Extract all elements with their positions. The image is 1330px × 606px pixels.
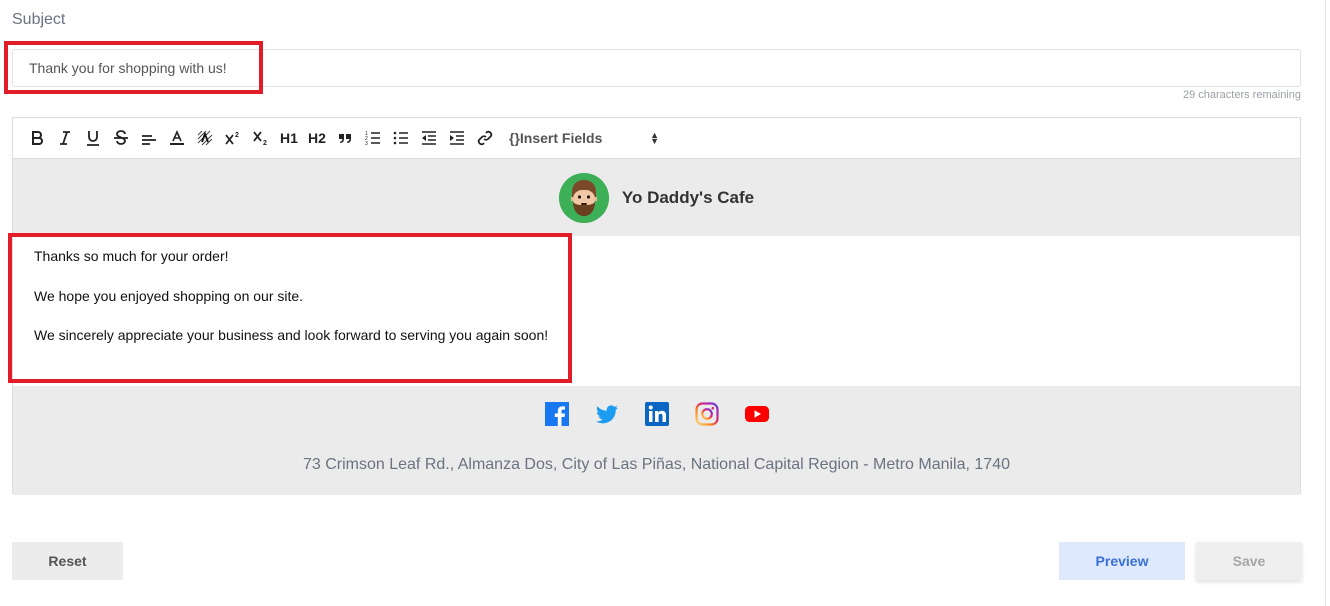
heading-1-button[interactable]: H1 [275, 124, 303, 152]
select-arrows-icon: ▲ ▼ [650, 130, 659, 146]
align-left-icon [142, 135, 156, 145]
align-button[interactable] [135, 124, 163, 152]
subscript-button[interactable]: 2 [247, 124, 275, 152]
store-address: 73 Crimson Leaf Rd., Almanza Dos, City o… [302, 456, 1010, 473]
save-button[interactable]: Save [1196, 542, 1302, 580]
subject-label: Subject [12, 11, 66, 28]
background-color-icon [197, 130, 213, 146]
linkedin-icon[interactable] [644, 402, 669, 426]
text-color-icon [170, 130, 184, 145]
bullet-list-button[interactable] [387, 124, 415, 152]
email-footer: 73 Crimson Leaf Rd., Almanza Dos, City o… [13, 386, 1300, 495]
outdent-button[interactable] [415, 124, 443, 152]
right-scroll-edge [1325, 0, 1326, 606]
bearded-man-icon [558, 172, 609, 223]
link-button[interactable] [471, 124, 499, 152]
bold-icon [32, 131, 43, 145]
italic-button[interactable] [51, 124, 79, 152]
indent-icon [450, 131, 464, 145]
email-header: Yo Daddy's Cafe [13, 159, 1300, 236]
svg-text:2: 2 [235, 132, 239, 139]
chars-remaining-counter: 29 characters remaining [1182, 89, 1301, 101]
superscript-icon: 2 [225, 132, 239, 145]
subscript-icon: 2 [253, 131, 267, 146]
svg-text:2: 2 [263, 140, 267, 146]
insert-fields-select[interactable]: {}Insert Fields ▲ ▼ [509, 130, 659, 146]
strikethrough-button[interactable] [107, 124, 135, 152]
underline-button[interactable] [79, 124, 107, 152]
heading-2-label: H2 [308, 130, 326, 146]
cafe-logo [558, 172, 609, 223]
quote-icon [339, 134, 351, 143]
background-color-button[interactable] [191, 124, 219, 152]
superscript-button[interactable]: 2 [219, 124, 247, 152]
heading-2-button[interactable]: H2 [303, 124, 331, 152]
instagram-icon[interactable] [694, 402, 719, 426]
link-icon [477, 130, 493, 146]
body-line-1: Thanks so much for your order! [34, 248, 229, 264]
reset-button[interactable]: Reset [12, 542, 123, 580]
blockquote-button[interactable] [331, 124, 359, 152]
strikethrough-icon [114, 130, 128, 145]
editor-toolbar: 2 2 H1 H2 123 {}Insert Fields ▲ ▼ [13, 118, 1300, 159]
youtube-icon[interactable] [744, 402, 769, 426]
bullet-list-icon [393, 131, 408, 145]
ordered-list-button[interactable]: 123 [359, 124, 387, 152]
text-color-button[interactable] [163, 124, 191, 152]
twitter-icon[interactable] [595, 402, 619, 426]
email-body[interactable]: Thanks so much for your order! We hope y… [13, 236, 1300, 386]
underline-icon [87, 131, 99, 146]
indent-button[interactable] [443, 124, 471, 152]
shop-name: Yo Daddy's Cafe [621, 187, 755, 207]
ordered-list-icon: 123 [365, 131, 380, 146]
preview-button[interactable]: Preview [1059, 542, 1185, 580]
italic-icon [60, 131, 70, 145]
facebook-icon[interactable] [544, 402, 569, 426]
insert-fields-label: {}Insert Fields [509, 130, 603, 146]
svg-text:3: 3 [365, 141, 368, 146]
body-line-2: We hope you enjoyed shopping on our site… [34, 288, 304, 304]
social-links [13, 402, 1300, 426]
email-editor[interactable]: 2 2 H1 H2 123 {}Insert Fields ▲ ▼ Yo Dad… [12, 117, 1301, 495]
bold-button[interactable] [23, 124, 51, 152]
heading-1-label: H1 [280, 130, 298, 146]
body-line-3: We sincerely appreciate your business an… [34, 327, 549, 343]
subject-input[interactable] [12, 49, 1301, 87]
outdent-icon [422, 131, 436, 145]
